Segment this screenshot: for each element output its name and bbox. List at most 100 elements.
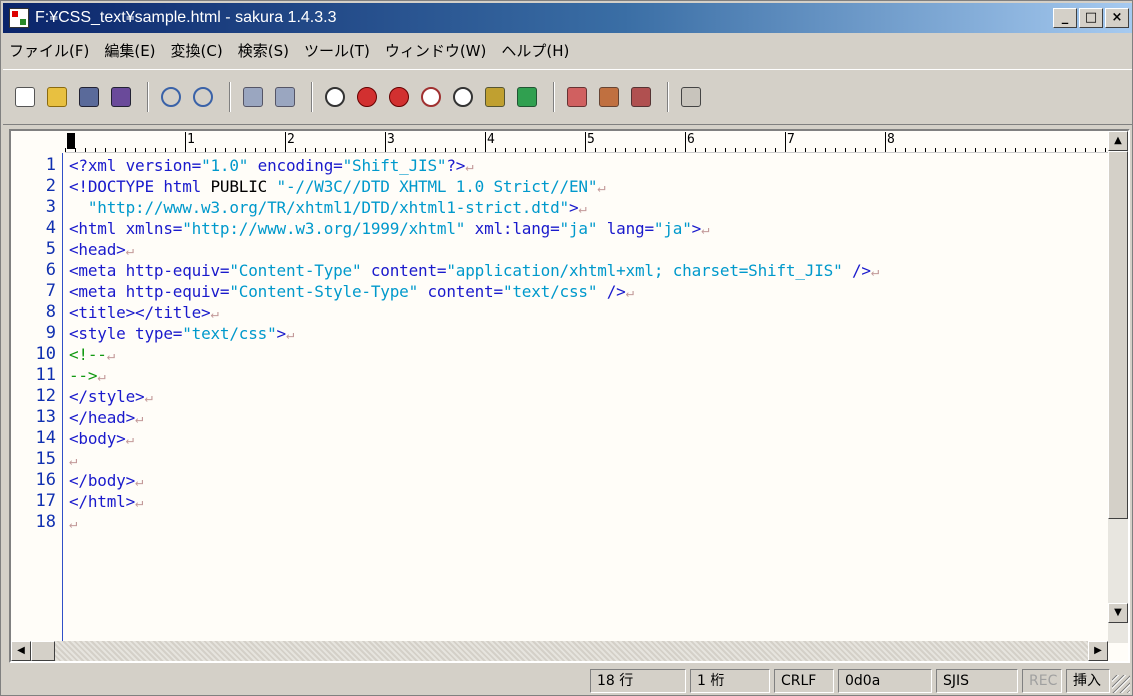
code-token-tag: <body>	[69, 429, 126, 448]
minimize-button[interactable]: _	[1053, 8, 1077, 28]
code-line[interactable]: <?xml version="1.0" encoding="Shift_JIS"…	[69, 155, 474, 178]
line-number: 2	[45, 176, 56, 196]
code-line[interactable]: </head>↵	[69, 407, 143, 430]
code-line[interactable]: <style type="text/css">↵	[69, 323, 294, 346]
menu-tools[interactable]: ツール(T)	[304, 40, 370, 61]
scroll-down-button[interactable]: ▼	[1108, 603, 1128, 623]
code-line[interactable]: <body>↵	[69, 428, 134, 451]
code-token-tag: xml:lang=	[465, 219, 560, 238]
code-token-tag: <meta http-equiv=	[69, 282, 230, 301]
scroll-up-button[interactable]: ▲	[1108, 131, 1128, 151]
code-token-str: "Shift_JIS"	[342, 156, 447, 175]
menu-search[interactable]: 検索(S)	[238, 40, 289, 61]
code-token-tag: <html xmlns=	[69, 219, 183, 238]
code-token-tag: content=	[418, 282, 503, 301]
eol-mark-icon: ↵	[69, 453, 78, 469]
open-folder-button[interactable]	[43, 83, 71, 111]
line-number: 16	[35, 470, 56, 490]
code-line[interactable]: ↵	[69, 449, 77, 472]
save-all-button[interactable]	[107, 83, 135, 111]
horizontal-scrollbar[interactable]: ◀ ▶	[11, 641, 1108, 661]
code-line[interactable]: <html xmlns="http://www.w3.org/1999/xhtm…	[69, 218, 710, 241]
title-bar[interactable]: F:¥CSS_text¥sample.html - sakura 1.4.3.3…	[3, 3, 1132, 33]
scroll-left-button[interactable]: ◀	[11, 641, 31, 661]
search-button[interactable]	[321, 83, 349, 111]
code-token-str: "-//W3C//DTD XHTML 1.0 Strict//EN"	[276, 177, 598, 196]
resize-grip-icon[interactable]	[1112, 675, 1130, 693]
code-line[interactable]: <title></title>↵	[69, 302, 219, 325]
ruler: 1 2 3 4 5 6 7 8	[65, 131, 1110, 153]
menu-window[interactable]: ウィンドウ(W)	[385, 40, 487, 61]
status-rec: REC	[1022, 669, 1062, 693]
code-line[interactable]: </style>↵	[69, 386, 153, 409]
line-number: 18	[35, 512, 56, 532]
eol-mark-icon: ↵	[625, 285, 634, 301]
code-line[interactable]: <head>↵	[69, 239, 134, 262]
menu-edit[interactable]: 編集(E)	[104, 40, 155, 61]
search-down-button[interactable]	[353, 83, 381, 111]
code-line[interactable]: <!DOCTYPE html PUBLIC "-//W3C//DTD XHTML…	[69, 176, 606, 199]
diff-button[interactable]	[595, 83, 623, 111]
eol-mark-icon: ↵	[135, 495, 144, 511]
code-line[interactable]: -->↵	[69, 365, 106, 388]
ruler-mark: 3	[385, 132, 395, 148]
line-number: 11	[35, 365, 56, 385]
status-column: 1 桁	[690, 669, 770, 693]
line-number: 13	[35, 407, 56, 427]
code-token-tag: </head>	[69, 408, 136, 427]
save-button[interactable]	[75, 83, 103, 111]
line-number: 5	[45, 239, 56, 259]
compare-button[interactable]	[563, 83, 591, 111]
vertical-scroll-thumb[interactable]	[1108, 151, 1128, 519]
code-line[interactable]: </body>↵	[69, 470, 143, 493]
line-number: 17	[35, 491, 56, 511]
eol-mark-icon: ↵	[97, 369, 106, 385]
replace-button[interactable]	[417, 83, 445, 111]
editor-window: F:¥CSS_text¥sample.html - sakura 1.4.3.3…	[0, 0, 1133, 696]
jump-back-button[interactable]	[239, 83, 267, 111]
code-line[interactable]: <meta http-equiv="Content-Style-Type" co…	[69, 281, 634, 304]
line-number: 1	[45, 155, 56, 175]
search-up-button[interactable]	[385, 83, 413, 111]
code-token-tag: />	[597, 282, 626, 301]
maximize-button[interactable]: □	[1079, 8, 1103, 28]
app-icon[interactable]	[9, 8, 29, 28]
code-token-tag: >	[691, 219, 702, 238]
code-line[interactable]: ↵	[69, 512, 77, 535]
horizontal-scroll-thumb[interactable]	[31, 641, 55, 661]
code-line[interactable]: "http://www.w3.org/TR/xhtml1/DTD/xhtml1-…	[69, 197, 587, 220]
toolbar-separator	[229, 82, 231, 112]
jump-back-icon	[243, 87, 263, 107]
status-char-code: 0d0a	[838, 669, 932, 693]
line-number: 15	[35, 449, 56, 469]
new-file-button[interactable]	[11, 83, 39, 111]
code-token-tag: </html>	[69, 492, 136, 511]
eol-mark-icon: ↵	[144, 390, 153, 406]
outline-button[interactable]	[627, 83, 655, 111]
menu-convert[interactable]: 変換(C)	[171, 40, 223, 61]
jump-forward-button[interactable]	[271, 83, 299, 111]
vertical-scrollbar[interactable]: ▲ ▼	[1108, 131, 1128, 643]
close-button[interactable]: ×	[1105, 8, 1129, 28]
code-token-tag: <!DOCTYPE html	[69, 177, 211, 196]
code-line[interactable]: <meta http-equiv="Content-Type" content=…	[69, 260, 879, 283]
tag-jump-icon	[517, 87, 537, 107]
settings-button[interactable]	[677, 83, 705, 111]
redo-button[interactable]	[189, 83, 217, 111]
scroll-right-button[interactable]: ▶	[1088, 641, 1108, 661]
ruler-mark: 5	[585, 132, 595, 148]
code-line[interactable]: </html>↵	[69, 491, 143, 514]
undo-button[interactable]	[157, 83, 185, 111]
menu-file[interactable]: ファイル(F)	[9, 40, 89, 61]
menu-help[interactable]: ヘルプ(H)	[501, 40, 569, 61]
code-area[interactable]: <?xml version="1.0" encoding="Shift_JIS"…	[67, 153, 1110, 643]
code-line[interactable]: <!--↵	[69, 344, 115, 367]
code-token-tag: </body>	[69, 471, 136, 490]
eol-mark-icon: ↵	[106, 348, 115, 364]
search-highlight-button[interactable]	[449, 83, 477, 111]
grep-button[interactable]	[481, 83, 509, 111]
tag-jump-button[interactable]	[513, 83, 541, 111]
editor-pane[interactable]: 12345678 1 2 3 4 5 6 7 8 9 10 11 12 13 14 15 16 17 18 <?x…	[9, 129, 1130, 663]
code-token-tag: <style type=	[69, 324, 183, 343]
save-all-icon	[111, 87, 131, 107]
